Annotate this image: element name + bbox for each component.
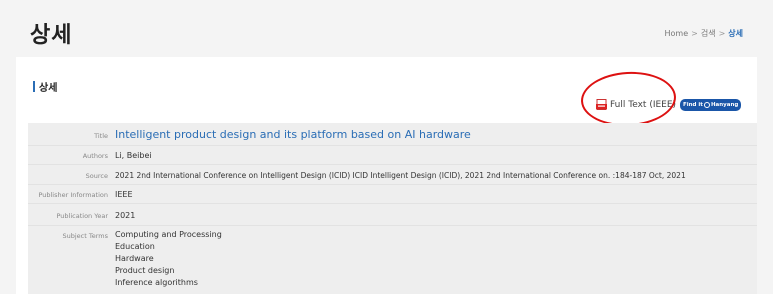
title-label: Title [94, 132, 108, 140]
authors-value[interactable]: Li, Beibei [115, 151, 152, 160]
source-value: 2021 2nd International Conference on Int… [115, 171, 686, 180]
record-metadata: Title Intelligent product design and its… [28, 123, 757, 294]
section-title-text: 상세 [39, 83, 58, 94]
breadcrumb-search[interactable]: 검색 [701, 29, 716, 38]
page-title: 상세 [30, 23, 73, 48]
authors-label: Authors [82, 152, 108, 160]
subject-term[interactable]: Education [115, 241, 222, 253]
publisher-row: Publisher Information IEEE [28, 185, 757, 204]
year-value: 2021 [115, 211, 136, 220]
publisher-label: Publisher Information [38, 191, 108, 199]
title-value[interactable]: Intelligent product design and its platf… [115, 128, 471, 141]
subject-term[interactable]: Hardware [115, 253, 222, 265]
find-it-label: Find it [683, 102, 703, 108]
title-row: Title Intelligent product design and its… [28, 123, 757, 146]
hanyang-logo-icon [703, 102, 710, 108]
year-row: Publication Year 2021 [28, 204, 757, 226]
subject-term[interactable]: Computing and Processing [115, 229, 222, 241]
subject-label: Subject Terms [62, 232, 108, 240]
source-row: Source 2021 2nd International Conference… [28, 165, 757, 185]
red-annotation-circle [579, 69, 678, 129]
subject-term[interactable]: Product design [115, 265, 222, 277]
publisher-value: IEEE [115, 190, 133, 199]
section-title: 상세 [33, 79, 57, 94]
subject-terms-list: Computing and Processing Education Hardw… [115, 229, 222, 289]
breadcrumb-separator: > [718, 29, 726, 38]
hanyang-label: Hanyang [710, 102, 739, 108]
authors-row: Authors Li, Beibei [28, 146, 757, 165]
find-it-hanyang-button[interactable]: Find it Hanyang [680, 99, 742, 111]
detail-panel: 상세 Full Text (IEEE) Find it Hanyang Titl… [16, 57, 757, 294]
breadcrumb-current: 상세 [728, 29, 743, 38]
subject-term[interactable]: Inference algorithms [115, 277, 222, 289]
subject-row: Subject Terms Computing and Processing E… [28, 226, 757, 294]
breadcrumb: Home > 검색 > 상세 [665, 28, 744, 39]
year-label: Publication Year [56, 212, 109, 220]
breadcrumb-separator: > [691, 29, 698, 38]
source-label: Source [85, 172, 108, 180]
section-accent-bar [33, 81, 35, 92]
breadcrumb-home[interactable]: Home [665, 29, 689, 38]
